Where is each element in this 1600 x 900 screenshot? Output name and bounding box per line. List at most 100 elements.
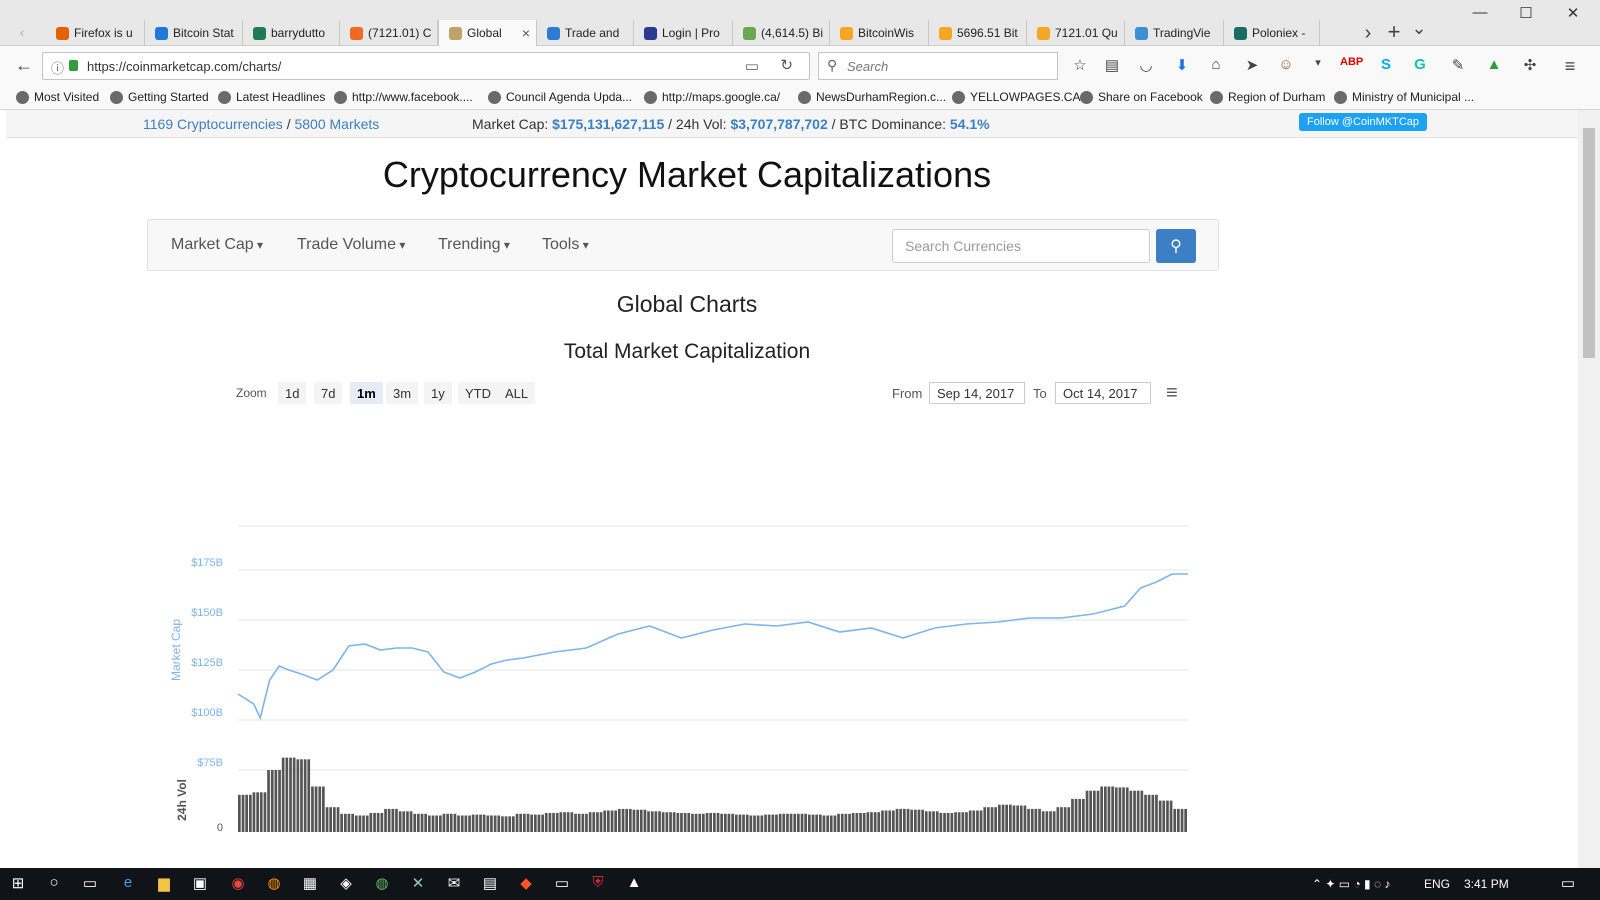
- minimize-button[interactable]: —: [1457, 4, 1503, 21]
- library-icon[interactable]: ▤: [1102, 56, 1122, 76]
- bookmark-item[interactable]: YELLOWPAGES.CA: [952, 90, 1080, 104]
- eyedropper-icon[interactable]: ✎: [1448, 56, 1468, 76]
- send-icon[interactable]: ➤: [1242, 56, 1262, 76]
- firefox-taskbar-icon[interactable]: ◍: [264, 874, 284, 894]
- zoom-button[interactable]: 1m: [350, 382, 383, 404]
- globe-app-icon[interactable]: ◍: [372, 874, 392, 894]
- tray-icons[interactable]: ⌃ ✦ ▭ ◔ ▮ ◌ ♪: [1312, 877, 1390, 891]
- start-windows-icon[interactable]: ⊞: [8, 874, 28, 894]
- browser-tab[interactable]: Bitcoin Stat: [145, 20, 243, 46]
- bookmark-star-icon[interactable]: ☆: [1070, 56, 1090, 76]
- grammarly-icon[interactable]: G: [1410, 56, 1430, 76]
- browser-tab[interactable]: 5696.51 Bit: [929, 20, 1027, 46]
- volume-bar: [464, 815, 468, 832]
- bookmark-item[interactable]: NewsDurhamRegion.c...: [798, 90, 946, 104]
- bookmark-item[interactable]: Latest Headlines: [218, 90, 325, 104]
- tab-list-icon[interactable]: ⌄: [1409, 18, 1429, 38]
- volume-bar: [504, 816, 508, 832]
- follow-twitter-button[interactable]: Follow @CoinMKTCap: [1299, 113, 1428, 131]
- currency-search-button[interactable]: ⚲: [1156, 229, 1196, 263]
- cortana-icon[interactable]: ○: [44, 874, 64, 894]
- bookmark-item[interactable]: Getting Started: [110, 90, 209, 104]
- store-icon[interactable]: ▣: [190, 874, 210, 894]
- downloads-icon[interactable]: ⬇: [1172, 56, 1192, 76]
- tab-scroll-right-icon[interactable]: ›: [1358, 22, 1378, 44]
- bookmark-item[interactable]: Region of Durham: [1210, 90, 1325, 104]
- back-button[interactable]: ←: [14, 55, 34, 75]
- browser-tab[interactable]: Firefox is u: [46, 20, 145, 46]
- shield-app-icon[interactable]: ⛨: [588, 874, 608, 894]
- monkey-extension-icon[interactable]: ☺: [1276, 56, 1296, 76]
- tab-close-icon[interactable]: ×: [522, 25, 530, 41]
- calculator-app-icon[interactable]: ▦: [300, 874, 320, 894]
- clock[interactable]: 3:41 PM: [1464, 877, 1509, 891]
- new-tab-button[interactable]: +: [1384, 19, 1404, 44]
- scrollbar-thumb[interactable]: [1583, 128, 1595, 358]
- back-arrow-icon[interactable]: ‹: [12, 24, 32, 44]
- bookmark-item[interactable]: Share on Facebook: [1080, 90, 1203, 104]
- bookmark-item[interactable]: http://www.facebook....: [334, 90, 473, 104]
- cryptocurrencies-link[interactable]: 1169 Cryptocurrencies: [143, 116, 283, 132]
- maximize-button[interactable]: ☐: [1503, 4, 1549, 22]
- zoom-button[interactable]: 7d: [314, 382, 343, 404]
- browser-tab[interactable]: Global ×: [438, 20, 537, 46]
- volume-bar: [833, 815, 837, 832]
- poloniex-app-icon[interactable]: ✕: [408, 874, 428, 894]
- close-window-button[interactable]: ✕: [1550, 4, 1596, 22]
- mail-icon[interactable]: ✉: [444, 874, 464, 894]
- info-icon[interactable]: ⓘ: [51, 58, 64, 77]
- browser-tab[interactable]: barrydutto: [243, 20, 340, 46]
- zoom-button[interactable]: YTD: [458, 382, 498, 404]
- menu-trade-volume[interactable]: Trade Volume: [297, 236, 405, 254]
- browser-tab[interactable]: Login | Pro: [634, 20, 733, 46]
- skype-icon[interactable]: S: [1376, 56, 1396, 76]
- browser-tab[interactable]: (4,614.5) Bi: [733, 20, 830, 46]
- bookmark-item[interactable]: Most Visited: [16, 90, 99, 104]
- volume-bar: [1125, 787, 1129, 832]
- browser-tab[interactable]: Poloniex -: [1224, 20, 1320, 46]
- markets-link[interactable]: 5800 Markets: [294, 116, 379, 132]
- menu-trending[interactable]: Trending: [438, 236, 510, 254]
- app-icon[interactable]: ◈: [336, 874, 356, 894]
- page-scrollbar[interactable]: [1578, 110, 1600, 868]
- home-icon[interactable]: ⌂: [1206, 56, 1226, 76]
- bookmark-item[interactable]: Council Agenda Upda...: [488, 90, 632, 104]
- browser-tab[interactable]: 7121.01 Qu: [1027, 20, 1125, 46]
- calculator-icon[interactable]: ▤: [480, 874, 500, 894]
- bookmark-item[interactable]: Ministry of Municipal ...: [1334, 90, 1474, 104]
- browser-search-field[interactable]: ⚲ Search: [818, 52, 1058, 80]
- volume-bar: [431, 815, 435, 832]
- zoom-button[interactable]: ALL: [498, 382, 536, 404]
- zoom-button[interactable]: 3m: [386, 382, 419, 404]
- language-indicator[interactable]: ENG: [1424, 877, 1450, 891]
- brave-icon[interactable]: ◆: [516, 874, 536, 894]
- volume-bar: [314, 786, 318, 832]
- menu-market-cap[interactable]: Market Cap: [171, 236, 263, 254]
- volume-bar: [1005, 804, 1008, 832]
- menu-tools[interactable]: Tools: [542, 236, 589, 254]
- notifications-icon[interactable]: ▭: [1558, 874, 1578, 894]
- zoom-button[interactable]: 1y: [424, 382, 452, 404]
- extension-badge-icon[interactable]: ▲: [1484, 56, 1504, 76]
- file-explorer-icon[interactable]: ▆: [154, 874, 174, 894]
- pocket-icon[interactable]: ◡: [1136, 56, 1156, 76]
- edge-icon[interactable]: e: [118, 874, 138, 894]
- monitor-icon[interactable]: ▭: [552, 874, 572, 894]
- task-view-icon[interactable]: ▭: [80, 874, 100, 894]
- browser-tab[interactable]: TradingVie: [1125, 20, 1224, 46]
- address-bar[interactable]: ⓘ https://coinmarketcap.com/charts/ ▭ ↻: [42, 52, 810, 80]
- browser-tab[interactable]: BitcoinWis: [830, 20, 929, 46]
- chrome-icon[interactable]: ◉: [228, 874, 248, 894]
- hamburger-menu-icon[interactable]: ≡: [1560, 56, 1580, 76]
- bookmark-item[interactable]: http://maps.google.ca/: [644, 90, 780, 104]
- photos-icon[interactable]: ▲: [624, 874, 644, 894]
- browser-tab[interactable]: Trade and: [537, 20, 634, 46]
- currency-search-input[interactable]: Search Currencies: [892, 229, 1150, 263]
- dropdown-icon[interactable]: ▾: [1308, 56, 1328, 76]
- reader-view-icon[interactable]: ▭: [745, 57, 759, 75]
- browser-tab[interactable]: (7121.01) C: [340, 20, 438, 46]
- share-extension-icon[interactable]: ✣: [1520, 56, 1540, 76]
- zoom-button[interactable]: 1d: [278, 382, 307, 404]
- adblock-icon[interactable]: ABP: [1340, 56, 1363, 76]
- reload-icon[interactable]: ↻: [780, 56, 793, 74]
